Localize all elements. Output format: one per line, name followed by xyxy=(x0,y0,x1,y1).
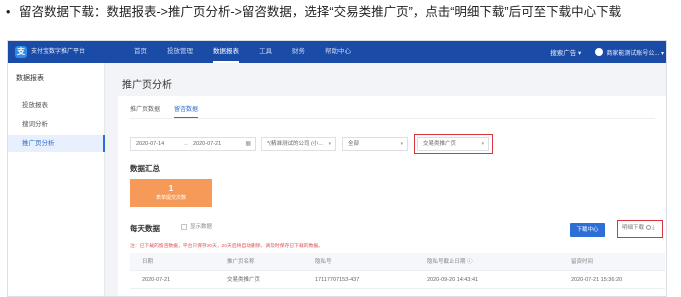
alipay-logo-icon: 支 xyxy=(15,46,27,58)
tab-landing-page-data[interactable]: 推广页数据 xyxy=(130,104,160,118)
column-header-date: 日期 xyxy=(142,259,154,265)
bullet: • xyxy=(6,5,11,19)
chevron-down-icon: ▾ xyxy=(400,141,403,147)
summary-card: 1 表单提交次数 xyxy=(130,179,212,207)
nav-item-help-center[interactable]: 帮助中心 xyxy=(325,41,351,63)
column-header-privacy-number-expiry: 隐私号截止日期 ⓘ xyxy=(427,259,473,265)
daily-data-title: 每天数据 xyxy=(130,224,160,233)
show-number-label: 显示数据 xyxy=(190,224,213,230)
nav-item-campaign-management[interactable]: 投放管理 xyxy=(167,41,193,63)
checkbox-box[interactable] xyxy=(181,223,187,230)
detail-download-label: 明细下载 xyxy=(622,225,645,231)
tab-lead-data[interactable]: 留咨数据 xyxy=(174,104,199,118)
scope-select[interactable]: 全部 ▾ xyxy=(342,137,408,151)
top-right-area: 搜索广告 ▾ 商家能测试账号公... ▾ xyxy=(550,41,664,63)
sidebar-title: 数据报表 xyxy=(16,75,44,82)
table-header: 日期 推广页名称 隐私号 隐私号截止日期 ⓘ 留资时间 xyxy=(130,253,665,271)
daily-data-table: 日期 推广页名称 隐私号 隐私号截止日期 ⓘ 留资时间 2020-07-21 交… xyxy=(130,253,665,289)
chevron-down-icon: ▾ xyxy=(328,141,331,147)
retention-note: 注：已下载的留咨数据，平台只保存20天，20天后将自动删除，请及时保存已下载的数… xyxy=(130,244,323,249)
summary-label: 表单提交次数 xyxy=(155,195,186,201)
instruction-text-block: • 留咨数据下载：数据报表->推广页分析->留咨数据，选择“交易类推广页”，点击… xyxy=(6,5,676,20)
brand-name[interactable]: 支付宝数字推广平台 xyxy=(31,46,85,58)
cell-page-name: 交易类推广页 xyxy=(227,277,261,283)
avatar[interactable] xyxy=(595,48,604,56)
date-start: 2020-07-14 xyxy=(136,141,165,147)
nav-item-data-reports[interactable]: 数据报表 xyxy=(213,41,239,63)
cell-privacy-number: 17117707153-437 xyxy=(315,277,360,283)
top-nav: 首页 投放管理 数据报表 工具 财务 帮助中心 xyxy=(134,41,371,63)
nav-item-home[interactable]: 首页 xyxy=(134,41,147,63)
account-dropdown[interactable]: 商家能测试账号公... ▾ xyxy=(606,48,664,57)
page-title: 推广页分析 xyxy=(122,80,172,91)
top-navigation-bar: 支 支付宝数字推广平台 首页 投放管理 数据报表 工具 财务 帮助中心 搜索广告… xyxy=(8,41,666,63)
summary-value: 1 xyxy=(168,184,174,193)
tab-divider xyxy=(130,118,655,119)
scope-select-value: 全部 xyxy=(348,141,360,147)
instruction-text: 留咨数据下载：数据报表->推广页分析->留咨数据，选择“交易类推广页”，点击“明… xyxy=(19,5,622,19)
ad-type-dropdown[interactable]: 搜索广告 ▾ xyxy=(550,47,581,57)
account-select-value: *(精准测试的公司 (小... xyxy=(267,141,323,147)
app-screenshot: 支 支付宝数字推广平台 首页 投放管理 数据报表 工具 财务 帮助中心 搜索广告… xyxy=(7,40,667,297)
show-number-checkbox[interactable]: 显示数据 xyxy=(181,223,212,232)
info-icon xyxy=(646,225,652,231)
sidebar-item-landing-page-analysis[interactable]: 推广页分析 xyxy=(8,135,105,152)
date-range-picker[interactable]: 2020-07-14 → 2020-07-21 ▦ xyxy=(130,137,256,151)
detail-download-button[interactable]: 明细下载 ⤓ xyxy=(617,220,663,238)
page-type-highlight xyxy=(414,134,493,154)
account-select[interactable]: *(精准测试的公司 (小... ▾ xyxy=(261,137,336,151)
main-panel: 推广页数据 留咨数据 2020-07-14 → 2020-07-21 ▦ *(精… xyxy=(118,96,666,296)
column-header-privacy-number: 隐私号 xyxy=(315,259,332,265)
nav-item-finance[interactable]: 财务 xyxy=(292,41,305,63)
cell-privacy-number-expiry: 2020-09-20 14:43:41 xyxy=(427,277,479,283)
calendar-icon: ▦ xyxy=(245,141,251,147)
download-center-button[interactable]: 下载中心 xyxy=(570,223,605,237)
column-header-page-name: 推广页名称 xyxy=(227,259,255,265)
column-header-lead-time: 留资时间 xyxy=(571,259,594,265)
date-separator: → xyxy=(183,141,189,147)
table-row: 2020-07-21 交易类推广页 17117707153-437 2020-0… xyxy=(130,271,665,289)
sidebar-item-placement-report[interactable]: 投放报表 xyxy=(8,97,105,114)
summary-title: 数据汇总 xyxy=(130,164,160,173)
tab-bar: 推广页数据 留咨数据 xyxy=(130,104,212,118)
cell-lead-time: 2020-07-21 15:36:20 xyxy=(571,277,623,283)
cell-date: 2020-07-21 xyxy=(142,277,171,283)
date-end: 2020-07-21 xyxy=(193,141,222,147)
download-icon: ⤓ xyxy=(652,225,655,231)
sidebar: 数据报表 投放报表 搜词分析 推广页分析 xyxy=(8,63,105,296)
sidebar-item-search-term-analysis[interactable]: 搜词分析 xyxy=(8,116,105,133)
nav-item-tools[interactable]: 工具 xyxy=(259,41,272,63)
